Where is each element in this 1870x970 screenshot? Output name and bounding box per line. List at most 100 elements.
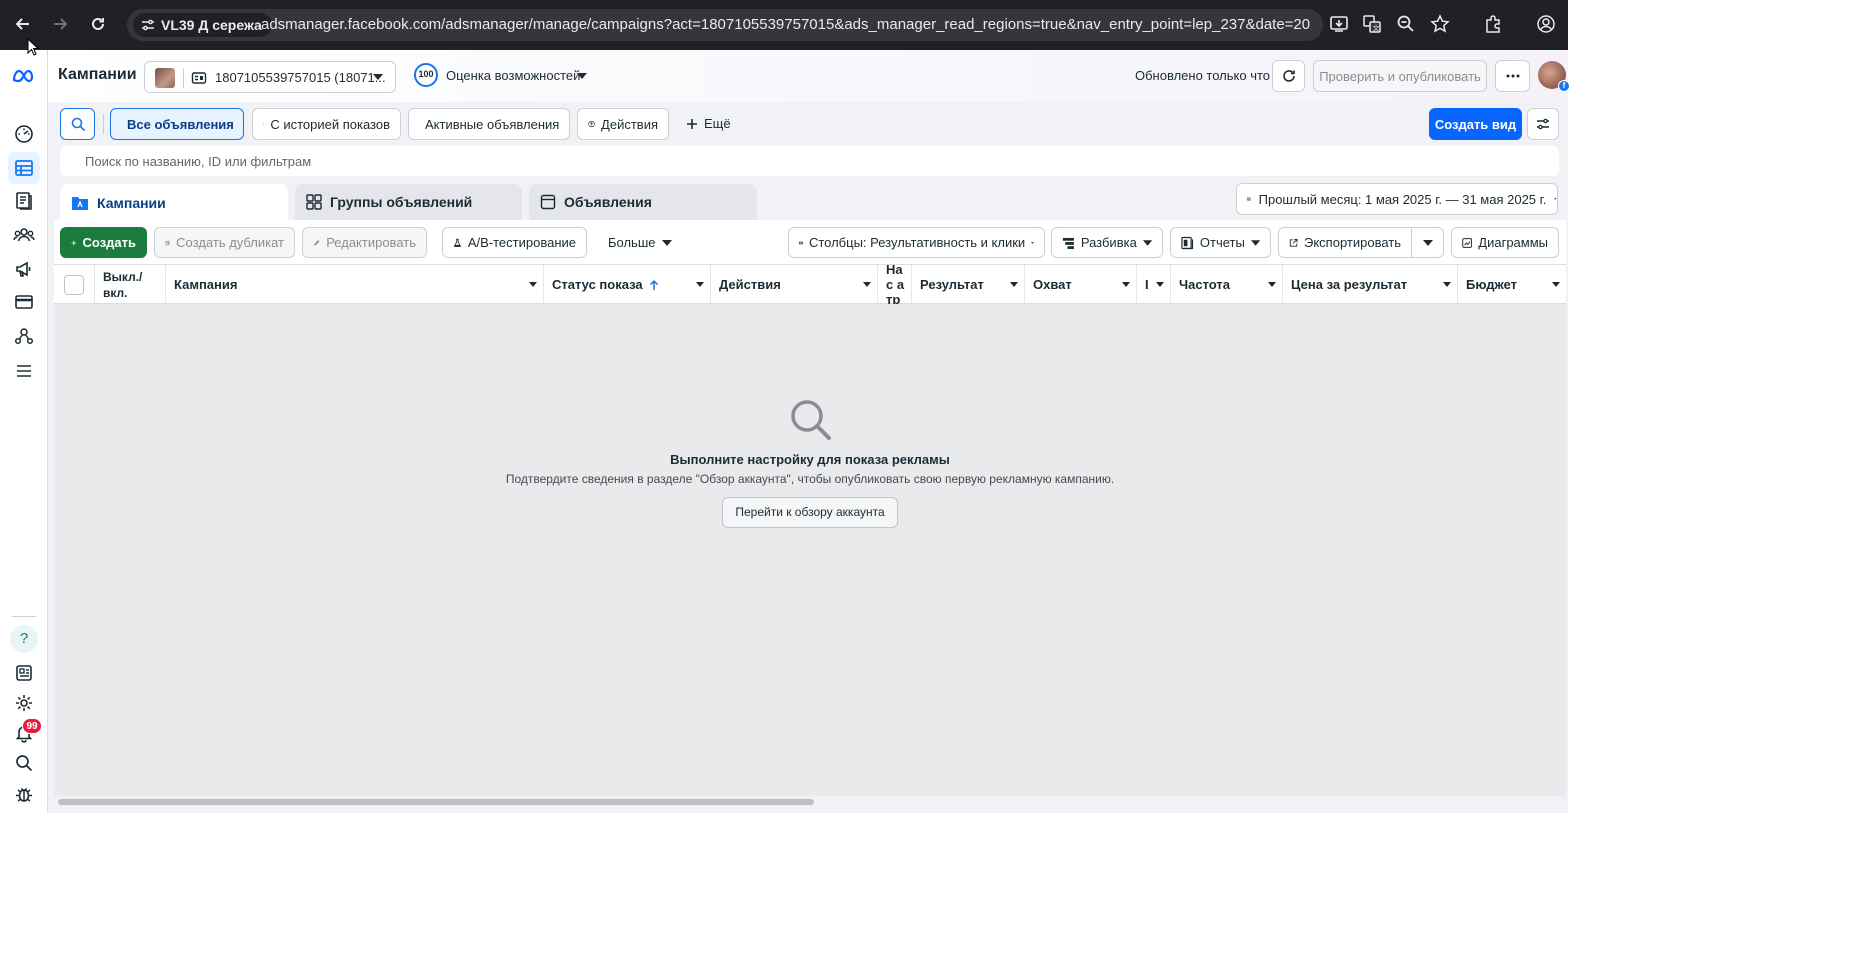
magnifier-empty-state-icon	[791, 400, 831, 440]
reload-icon[interactable]	[87, 13, 109, 35]
column-header-impressions[interactable]: I	[1137, 265, 1171, 304]
scrollbar-thumb[interactable]	[58, 799, 814, 805]
filter-with-history[interactable]: С историей показов	[252, 108, 401, 140]
review-publish-button[interactable]: Проверить и опубликовать	[1313, 60, 1487, 92]
column-menu-caret-icon[interactable]	[1552, 282, 1560, 287]
forward-arrow-icon[interactable]	[49, 13, 71, 35]
account-overview-button[interactable]: Перейти к обзору аккаунта	[722, 497, 898, 528]
settings-gear-icon[interactable]	[8, 687, 40, 719]
back-arrow-icon[interactable]	[12, 13, 34, 35]
column-header-attribution[interactable]: Нас атр	[878, 265, 912, 304]
more-actions-dropdown[interactable]: Больше	[608, 235, 672, 250]
tab-campaigns[interactable]: Кампании	[60, 184, 288, 221]
audiences-icon[interactable]	[8, 219, 40, 251]
columns-icon	[799, 241, 803, 244]
site-settings-icon[interactable]	[141, 18, 155, 32]
ad-account-selector[interactable]: 1807105539757015 (18071...	[144, 61, 396, 93]
business-settings-icon[interactable]	[8, 320, 40, 352]
charts-button-label: Диаграммы	[1478, 235, 1548, 250]
column-menu-caret-icon[interactable]	[1010, 282, 1018, 287]
line-chart-icon	[1462, 237, 1473, 248]
column-result-label: Результат	[920, 277, 984, 292]
column-header-campaign[interactable]: Кампания	[166, 265, 544, 304]
export-options-dropdown[interactable]	[1411, 227, 1444, 258]
opportunity-score-badge[interactable]: 100	[414, 63, 438, 87]
user-avatar[interactable]: f	[1538, 61, 1570, 92]
help-icon[interactable]: ?	[8, 623, 40, 655]
chevron-down-icon	[1031, 241, 1034, 244]
column-menu-caret-icon[interactable]	[1268, 282, 1276, 287]
profile-chip-label: VL39 Д сережа	[161, 17, 262, 33]
column-header-delivery-status[interactable]: Статус показа	[544, 265, 711, 304]
edit-button[interactable]: Редактировать	[302, 227, 427, 258]
address-bar[interactable]: VL39 Д сережа adsmanager.facebook.com/ad…	[127, 9, 1323, 41]
tab-campaigns-label: Кампании	[97, 194, 166, 211]
pencil-icon	[314, 239, 320, 246]
column-header-cost-per-result[interactable]: Цена за результат	[1283, 265, 1458, 304]
account-divider	[183, 68, 184, 88]
tab-ad-sets[interactable]: Группы объявлений	[295, 184, 522, 220]
column-menu-caret-icon[interactable]	[529, 282, 537, 287]
profile-chip[interactable]: VL39 Д сережа	[133, 13, 272, 37]
search-toggle-button[interactable]	[60, 108, 95, 140]
opportunity-score-label[interactable]: Оценка возможностей	[446, 68, 580, 83]
news-feed-icon[interactable]	[8, 657, 40, 689]
all-tools-menu-icon[interactable]	[8, 355, 40, 387]
megaphone-icon[interactable]	[8, 253, 40, 285]
meta-logo-icon[interactable]	[8, 60, 40, 92]
url-text[interactable]: adsmanager.facebook.com/adsmanager/manag…	[261, 16, 1311, 33]
filter-all-ads[interactable]: Все объявления	[110, 108, 244, 140]
column-header-result[interactable]: Результат	[912, 265, 1025, 304]
column-menu-caret-icon[interactable]	[863, 282, 871, 287]
column-menu-caret-icon[interactable]	[1443, 282, 1451, 287]
column-header-budget[interactable]: Бюджет	[1458, 265, 1566, 304]
select-all-cell	[54, 265, 95, 304]
date-range-picker[interactable]: Прошлый месяц: 1 мая 2025 г. — 31 мая 20…	[1236, 183, 1558, 215]
breakdown-dropdown[interactable]: Разбивка	[1051, 227, 1163, 258]
report-bug-icon[interactable]	[8, 778, 40, 810]
column-header-reach[interactable]: Охват	[1025, 265, 1137, 304]
sort-ascending-arrow-icon	[649, 279, 658, 290]
refresh-button[interactable]	[1272, 60, 1305, 92]
column-menu-caret-icon[interactable]	[1122, 282, 1130, 287]
search-filter-input[interactable]: Поиск по названию, ID или фильтрам	[60, 146, 1559, 176]
pages-icon[interactable]	[8, 185, 40, 217]
column-header-actions[interactable]: Действия	[711, 265, 878, 304]
dashboard-gauge-icon[interactable]	[8, 118, 40, 150]
duplicate-button[interactable]: Создать дубликат	[154, 227, 295, 258]
zoom-icon[interactable]	[1396, 14, 1416, 34]
install-app-icon[interactable]	[1329, 14, 1349, 34]
updated-status-text: Обновлено только что	[1135, 68, 1271, 83]
column-menu-caret-icon[interactable]	[696, 282, 704, 287]
filter-more-button[interactable]: Ещё	[686, 116, 731, 131]
more-options-button[interactable]	[1495, 60, 1530, 92]
columns-dropdown[interactable]: Столбцы: Результативность и клики	[788, 227, 1045, 258]
column-header-toggle[interactable]: Выкл./ вкл.	[95, 265, 166, 304]
search-icon[interactable]	[8, 747, 40, 779]
column-menu-caret-icon[interactable]	[1156, 282, 1164, 287]
view-settings-button[interactable]	[1527, 108, 1559, 140]
charts-button[interactable]: Диаграммы	[1451, 227, 1559, 258]
billing-card-icon[interactable]	[8, 286, 40, 318]
column-header-frequency[interactable]: Частота	[1171, 265, 1283, 304]
flask-icon	[453, 238, 462, 247]
ab-test-button[interactable]: A/B-тестирование	[442, 227, 587, 258]
ad-window-icon	[540, 194, 556, 210]
account-icon[interactable]	[1536, 14, 1556, 34]
chevron-down-icon	[1422, 239, 1433, 246]
select-all-checkbox[interactable]	[64, 275, 84, 295]
export-button[interactable]: Экспортировать	[1278, 227, 1412, 258]
chevron-down-icon[interactable]	[577, 73, 587, 79]
horizontal-scrollbar[interactable]	[54, 796, 1566, 808]
extensions-icon[interactable]	[1483, 14, 1503, 34]
filter-active-ads[interactable]: Активные объявления	[408, 108, 570, 140]
reports-dropdown[interactable]: Отчеты	[1170, 227, 1271, 258]
create-button[interactable]: Создать	[60, 227, 147, 258]
translate-icon[interactable]: 文	[1362, 14, 1382, 34]
filter-actions[interactable]: Действия	[577, 108, 669, 140]
bookmark-star-icon[interactable]	[1430, 14, 1450, 34]
create-view-button[interactable]: Создать вид	[1429, 108, 1522, 140]
tab-ads[interactable]: Объявления	[529, 184, 757, 220]
reports-dropdown-label: Отчеты	[1199, 235, 1245, 250]
campaigns-table-icon[interactable]	[8, 152, 40, 184]
